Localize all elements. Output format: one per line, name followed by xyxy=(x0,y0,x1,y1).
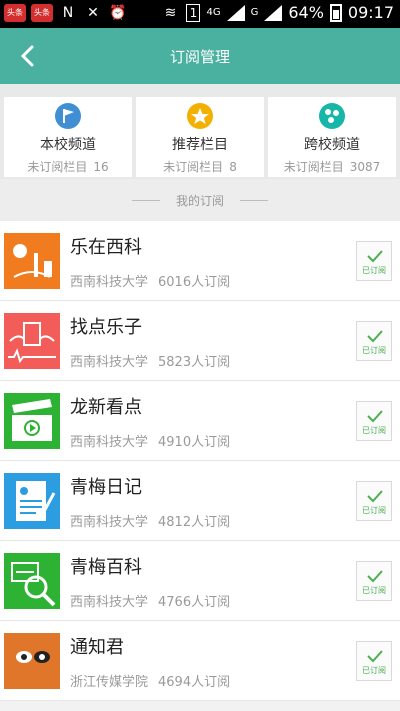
check-icon xyxy=(367,250,383,263)
status-bar: 头条 头条 N ✕ ⏰ ≋ 1 4G G 64% 09:17 xyxy=(0,0,400,28)
school-name: 西南科技大学 xyxy=(70,595,149,610)
g-icon: G xyxy=(250,7,259,18)
list-item[interactable]: 通知君 浙江传媒学院 4694人订阅 已订阅 xyxy=(0,621,400,701)
nfc-icon: N xyxy=(62,5,74,21)
channel-thumbnail xyxy=(4,473,60,529)
signal-icon xyxy=(226,4,245,21)
list-item[interactable]: 龙新看点 西南科技大学 4910人订阅 已订阅 xyxy=(0,381,400,461)
subscribed-label: 已订阅 xyxy=(362,586,386,595)
signal-icon-2 xyxy=(264,4,283,21)
subscribed-label: 已订阅 xyxy=(362,266,386,275)
tab-meta-label: 未订阅栏目 xyxy=(27,160,88,174)
check-icon xyxy=(367,490,383,503)
alarm-icon: ⏰ xyxy=(109,5,127,21)
news-app-icon-2: 头条 xyxy=(31,4,53,22)
network-icon xyxy=(319,103,345,129)
subscribed-label: 已订阅 xyxy=(362,666,386,675)
section-title: 我的订阅 xyxy=(175,194,224,208)
subscribed-button[interactable]: 已订阅 xyxy=(356,481,392,521)
list-item[interactable]: 乐在西科 西南科技大学 6016人订阅 已订阅 xyxy=(0,221,400,301)
subscribed-label: 已订阅 xyxy=(362,426,386,435)
channel-thumbnail xyxy=(4,393,60,449)
channel-tabs: 本校频道 未订阅栏目 16 推荐栏目 未订阅栏目 8 跨校频道 未订阅栏目 3087 xyxy=(0,84,400,179)
school-name: 西南科技大学 xyxy=(70,355,149,370)
subscribed-button[interactable]: 已订阅 xyxy=(356,641,392,681)
subscriber-count: 4694人订阅 xyxy=(158,675,231,690)
check-icon xyxy=(367,410,383,423)
tab-cross-school[interactable]: 跨校频道 未订阅栏目 3087 xyxy=(268,97,396,177)
page-title: 订阅管理 xyxy=(169,48,230,66)
tab-school-channel[interactable]: 本校频道 未订阅栏目 16 xyxy=(4,97,132,177)
list-item[interactable]: 找点乐子 西南科技大学 5823人订阅 已订阅 xyxy=(0,301,400,381)
sim-icon: 1 xyxy=(186,3,201,22)
subscriber-count: 5823人订阅 xyxy=(158,355,231,370)
subscribed-button[interactable]: 已订阅 xyxy=(356,561,392,601)
school-name: 西南科技大学 xyxy=(70,275,149,290)
subscribed-button[interactable]: 已订阅 xyxy=(356,321,392,361)
channel-title: 找点乐子 xyxy=(70,317,142,338)
subscriber-count: 4766人订阅 xyxy=(158,595,231,610)
flag-icon xyxy=(55,103,81,129)
tab-label: 推荐栏目 xyxy=(172,137,228,153)
check-icon xyxy=(367,570,383,583)
school-name: 西南科技大学 xyxy=(70,435,149,450)
tab-meta-label: 未订阅栏目 xyxy=(163,160,224,174)
subscribed-label: 已订阅 xyxy=(362,506,386,515)
subscriber-count: 4812人订阅 xyxy=(158,515,231,530)
news-app-icon: 头条 xyxy=(4,4,26,22)
check-icon xyxy=(367,330,383,343)
school-name: 浙江传媒学院 xyxy=(70,675,149,690)
channel-title: 青梅日记 xyxy=(70,477,142,498)
list-item[interactable]: 青梅百科 西南科技大学 4766人订阅 已订阅 xyxy=(0,541,400,621)
tab-recommended[interactable]: 推荐栏目 未订阅栏目 8 xyxy=(136,97,264,177)
app-header: 订阅管理 xyxy=(0,28,400,84)
list-item[interactable]: 青梅日记 西南科技大学 4812人订阅 已订阅 xyxy=(0,461,400,541)
battery-icon xyxy=(329,3,342,22)
mute-icon: ✕ xyxy=(87,5,99,21)
channel-title: 通知君 xyxy=(70,637,124,658)
star-icon xyxy=(187,103,213,129)
unsubscribed-count: 3087 xyxy=(349,160,381,174)
tab-label: 本校频道 xyxy=(40,137,96,153)
subscription-list: 乐在西科 西南科技大学 6016人订阅 已订阅 找点乐子 西南科技大学 5823人订… xyxy=(0,221,400,701)
divider xyxy=(240,200,268,201)
tab-meta-label: 未订阅栏目 xyxy=(283,160,344,174)
channel-thumbnail xyxy=(4,233,60,289)
clock: 09:17 xyxy=(347,3,394,22)
subscribed-button[interactable]: 已订阅 xyxy=(356,401,392,441)
channel-thumbnail xyxy=(4,313,60,369)
channel-title: 青梅百科 xyxy=(70,557,142,578)
my-subscriptions-header: 我的订阅 xyxy=(0,179,400,221)
subscribed-label: 已订阅 xyxy=(362,346,386,355)
channel-title: 乐在西科 xyxy=(70,237,142,258)
subscriber-count: 4910人订阅 xyxy=(158,435,231,450)
unsubscribed-count: 16 xyxy=(93,160,109,174)
channel-thumbnail xyxy=(4,633,60,689)
check-icon xyxy=(367,650,383,663)
tab-label: 跨校频道 xyxy=(304,137,360,153)
channel-title: 龙新看点 xyxy=(70,397,142,418)
wifi-icon: ≋ xyxy=(164,4,177,21)
battery-percent: 64% xyxy=(288,3,324,22)
unsubscribed-count: 8 xyxy=(229,160,237,174)
lte-icon: 4G xyxy=(206,7,221,18)
channel-thumbnail xyxy=(4,553,60,609)
school-name: 西南科技大学 xyxy=(70,515,149,530)
subscribed-button[interactable]: 已订阅 xyxy=(356,241,392,281)
subscriber-count: 6016人订阅 xyxy=(158,275,231,290)
